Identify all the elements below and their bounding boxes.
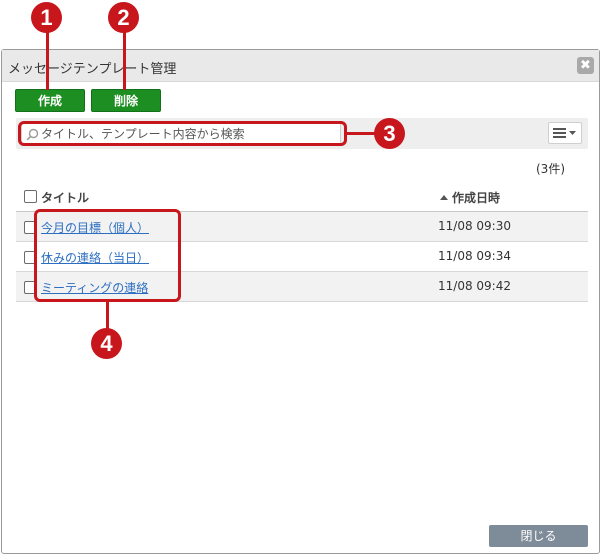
close-button[interactable]: 閉じる (489, 525, 588, 547)
dialog-titlebar: メッセージテンプレート管理 ✖ (2, 50, 599, 82)
column-header-created[interactable]: 作成日時 (440, 189, 500, 206)
chevron-down-icon (569, 131, 576, 135)
column-header-title[interactable]: タイトル (41, 189, 89, 206)
close-icon[interactable]: ✖ (577, 57, 594, 74)
callout-1: 1 (31, 2, 62, 33)
callout-leader-2 (123, 30, 126, 90)
list-menu-icon (553, 128, 576, 138)
callout-leader-4 (106, 301, 109, 329)
callout-3: 3 (374, 118, 405, 149)
callout-leader-3 (346, 132, 376, 135)
created-date: 11/08 09:42 (438, 279, 511, 293)
callout-leader-1 (46, 30, 49, 90)
table-header: タイトル 作成日時 (16, 181, 588, 212)
search-highlight-frame (18, 121, 347, 146)
sort-ascending-icon (440, 195, 448, 200)
title-links-highlight-frame (34, 209, 181, 302)
column-header-created-label: 作成日時 (452, 191, 501, 205)
view-menu-button[interactable] (548, 122, 582, 144)
result-count: (3件) (536, 162, 565, 176)
select-all-checkbox[interactable] (24, 190, 37, 203)
callout-2: 2 (108, 2, 139, 33)
callout-4: 4 (91, 328, 122, 359)
created-date: 11/08 09:30 (438, 219, 511, 233)
delete-button[interactable]: 削除 (91, 89, 161, 112)
created-date: 11/08 09:34 (438, 249, 511, 263)
create-button[interactable]: 作成 (15, 89, 85, 112)
dialog-title: メッセージテンプレート管理 (8, 62, 177, 77)
